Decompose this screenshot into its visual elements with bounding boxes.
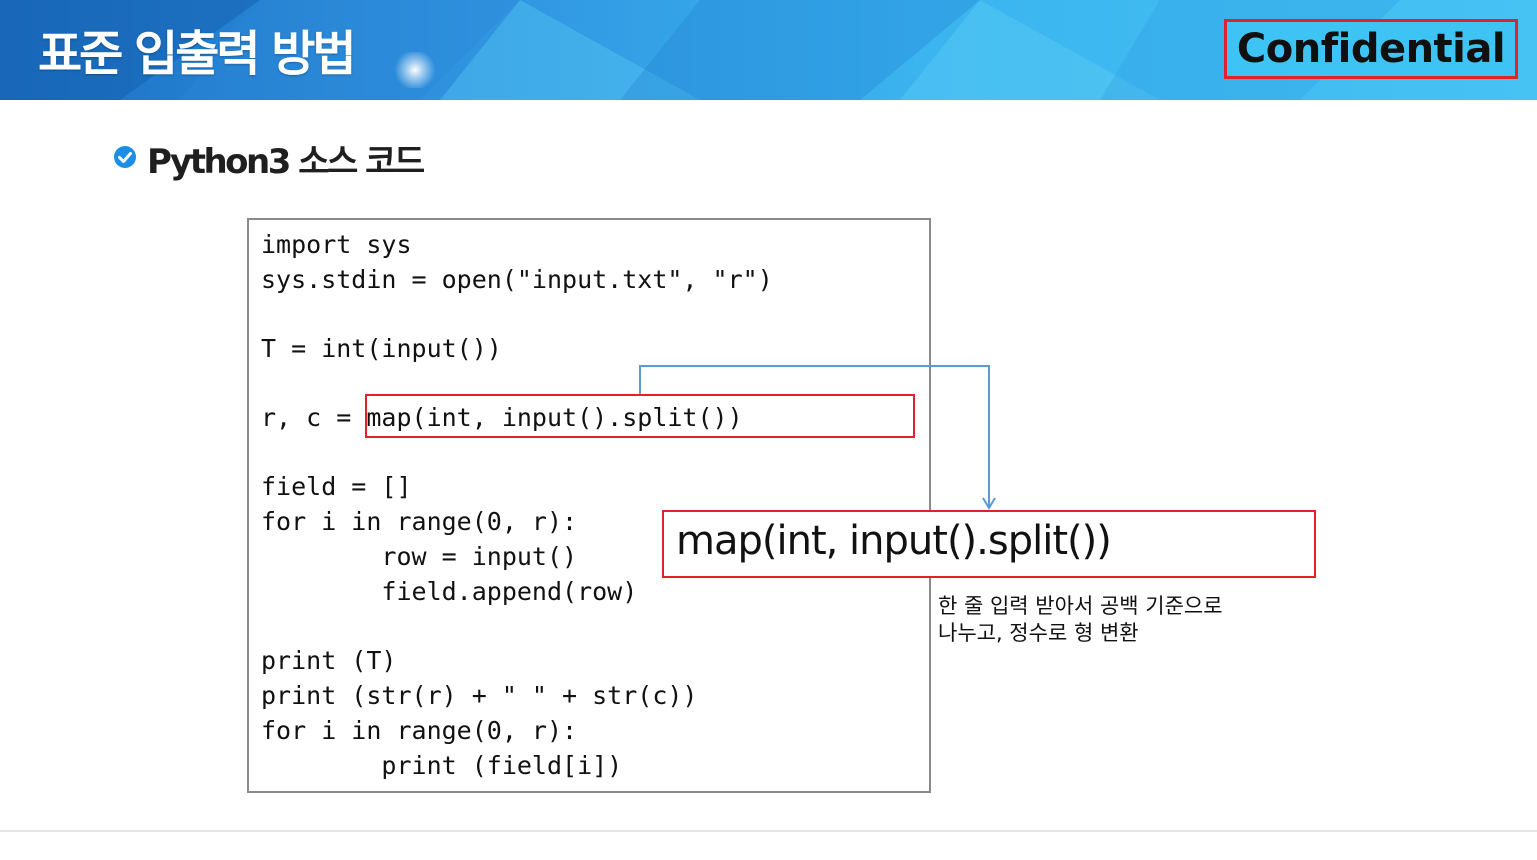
code-line: sys.stdin = open("input.txt", "r") xyxy=(261,265,773,294)
code-line: print (T) xyxy=(261,646,397,675)
code-line: print (field[i]) xyxy=(261,751,623,780)
code-line: for i in range(0, r): xyxy=(261,716,578,745)
code-block: import sys sys.stdin = open("input.txt",… xyxy=(247,218,931,793)
lens-flare xyxy=(392,52,438,88)
callout-box: map(int, input().split()) xyxy=(662,510,1316,578)
highlight-box xyxy=(365,394,915,438)
page-title: 표준 입출력 방법 xyxy=(38,26,357,82)
check-circle-icon xyxy=(114,146,136,168)
section-title: Python3 소스 코드 xyxy=(147,142,425,182)
code-line: T = int(input()) xyxy=(261,334,502,363)
header-banner: 표준 입출력 방법 Confidential xyxy=(0,0,1537,100)
callout-description: 한 줄 입력 받아서 공백 기준으로 xyxy=(938,594,1223,618)
callout-expression: map(int, input().split()) xyxy=(676,518,1112,564)
code-line: for i in range(0, r): xyxy=(261,507,578,536)
code-line: row = input() xyxy=(261,542,578,571)
code-line: field = [] xyxy=(261,472,412,501)
code-line: import sys xyxy=(261,230,412,259)
callout-description: 나누고, 정수로 형 변환 xyxy=(938,621,1139,645)
code-line: field.append(row) xyxy=(261,577,638,606)
code-line: print (str(r) + " " + str(c)) xyxy=(261,681,698,710)
confidential-badge: Confidential xyxy=(1224,19,1518,79)
footer-divider xyxy=(0,830,1537,832)
